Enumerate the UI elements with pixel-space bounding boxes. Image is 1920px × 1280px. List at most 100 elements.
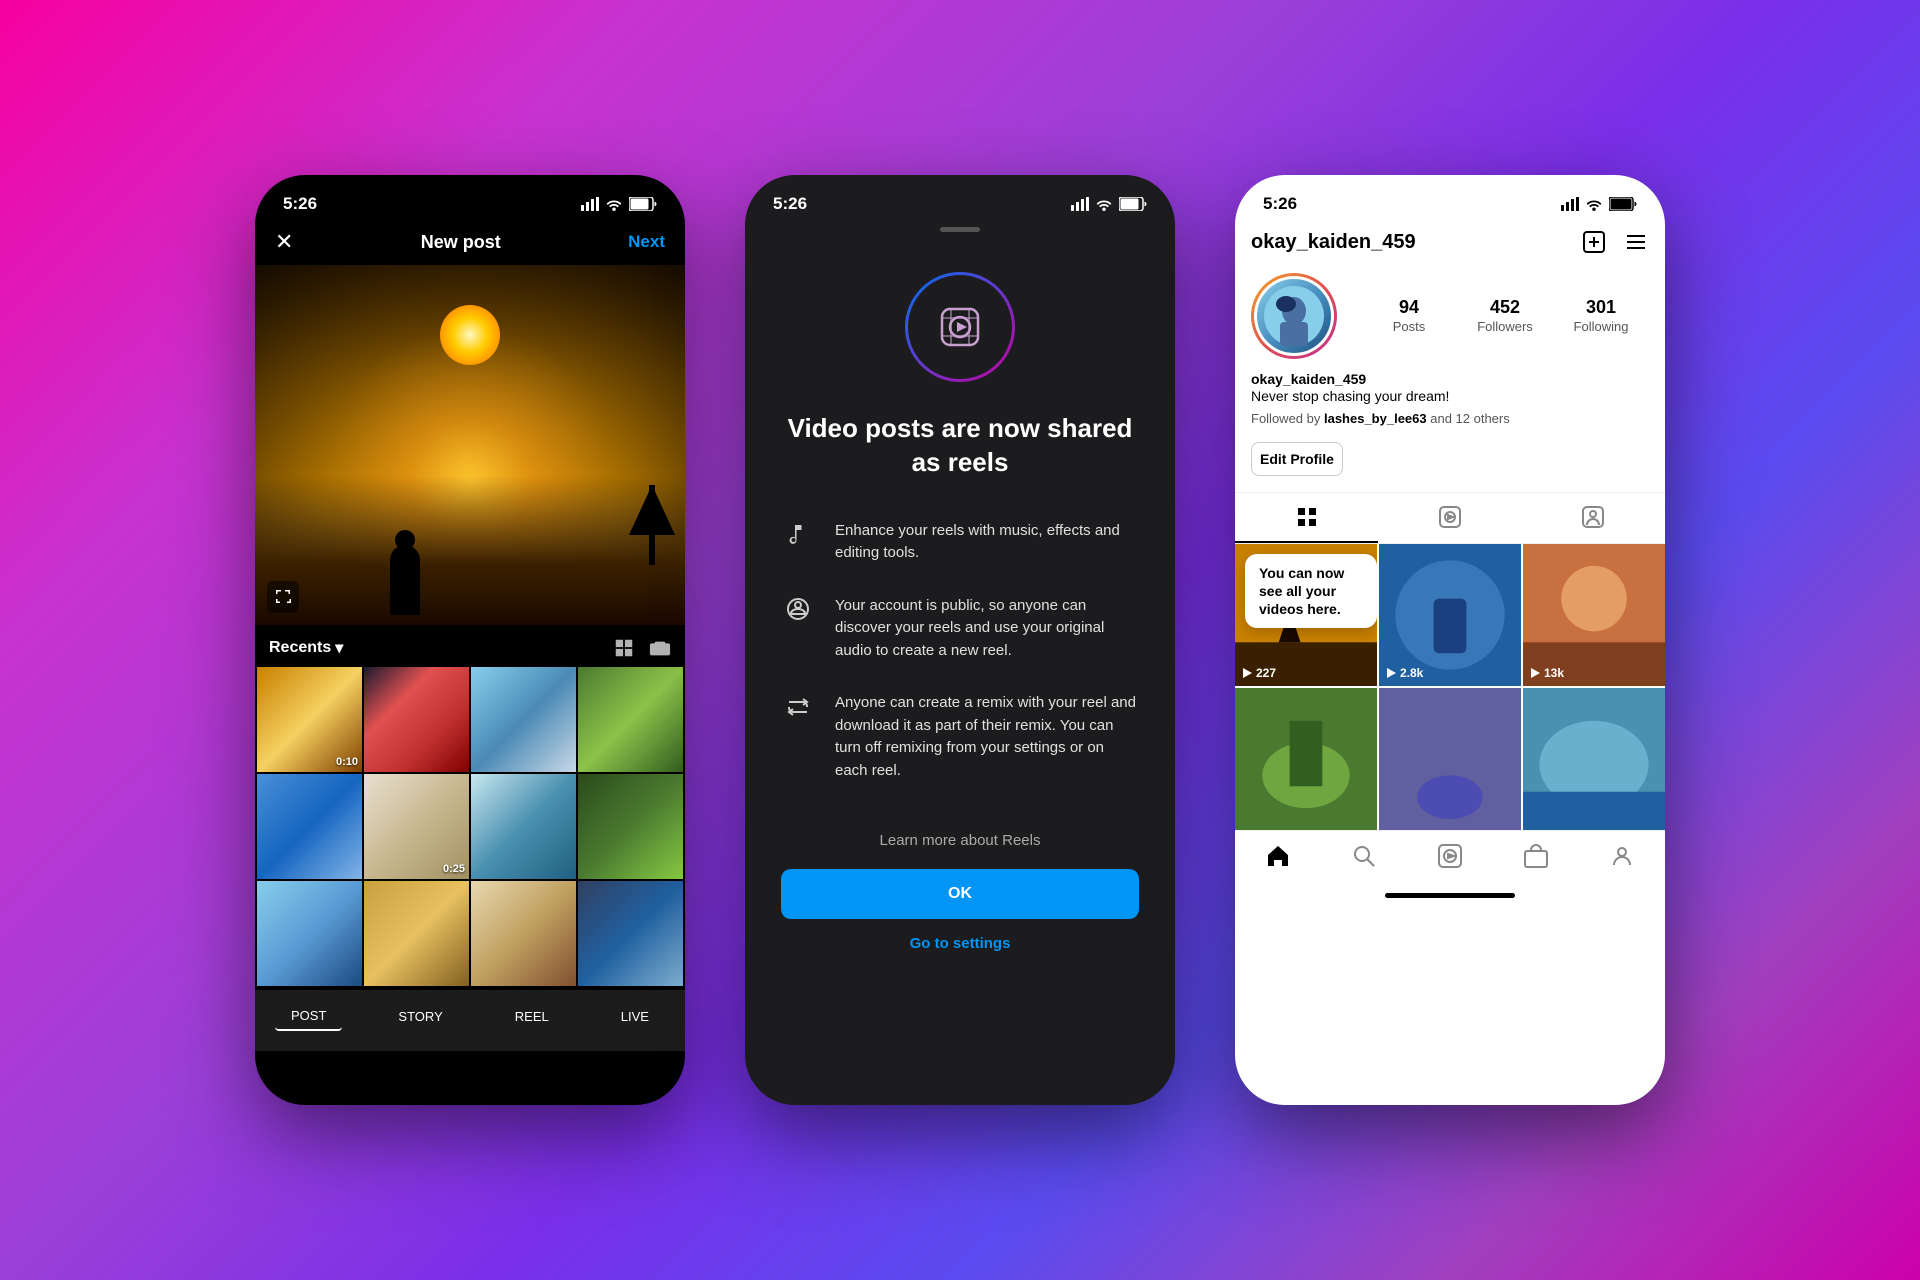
- tab-reel[interactable]: REEL: [499, 1003, 565, 1030]
- close-button[interactable]: ✕: [275, 229, 293, 255]
- status-bar-1: 5:26: [255, 175, 685, 219]
- grid-item[interactable]: [578, 881, 683, 986]
- hamburger-menu-icon[interactable]: [1623, 229, 1649, 255]
- feature-item-music: Enhance your reels with music, effects a…: [781, 520, 1139, 565]
- chevron-down-icon: ▾: [335, 638, 343, 658]
- tab-post[interactable]: POST: [275, 1002, 342, 1031]
- grid-item[interactable]: [471, 881, 576, 986]
- tab-grid[interactable]: [1235, 493, 1378, 543]
- next-button[interactable]: Next: [628, 232, 665, 252]
- battery-icon-3: [1609, 197, 1637, 211]
- grid-item[interactable]: [364, 667, 469, 772]
- search-nav-icon[interactable]: [1351, 843, 1377, 869]
- media-count-2: 2.8k: [1385, 666, 1423, 680]
- grid-item[interactable]: 0:25: [364, 774, 469, 879]
- status-time-3: 5:26: [1263, 194, 1297, 214]
- reels-nav-icon[interactable]: [1437, 843, 1463, 869]
- grid-item[interactable]: [578, 667, 683, 772]
- media-bg: [1235, 688, 1377, 830]
- camera-icon[interactable]: [649, 637, 671, 659]
- reels-icon-container: [745, 272, 1175, 382]
- avatar-svg: [1264, 286, 1324, 346]
- feature-item-public: Your account is public, so anyone can di…: [781, 595, 1139, 663]
- reels-headline: Video posts are now shared as reels: [745, 412, 1175, 480]
- signal-icon: [581, 197, 599, 211]
- grid-item[interactable]: [471, 774, 576, 879]
- shop-nav-icon[interactable]: [1523, 843, 1549, 869]
- media-image: [1235, 688, 1377, 830]
- expand-arrows-icon: [275, 589, 291, 605]
- remix-icon: [781, 692, 815, 720]
- profile-bio: okay_kaiden_459 Never stop chasing your …: [1235, 367, 1665, 434]
- tab-live[interactable]: LIVE: [605, 1003, 665, 1030]
- phone-reels-info: 5:26 Video posts are now shared as reels: [745, 175, 1175, 1105]
- media-item[interactable]: [1379, 688, 1521, 830]
- status-icons-2: [1071, 197, 1147, 211]
- bottom-nav: [1235, 830, 1665, 889]
- status-bar-2: 5:26: [745, 175, 1175, 219]
- avatar[interactable]: [1251, 273, 1337, 359]
- media-bg: [1379, 544, 1521, 686]
- main-photo: [255, 265, 685, 625]
- bio-text: Never stop chasing your dream!: [1251, 387, 1649, 407]
- play-icon: [1241, 667, 1253, 679]
- repost-icon: [785, 694, 811, 720]
- username-header: okay_kaiden_459: [1251, 231, 1416, 254]
- media-item[interactable]: [1523, 688, 1665, 830]
- media-bg: [1523, 544, 1665, 686]
- home-nav-icon[interactable]: [1265, 843, 1291, 869]
- play-icon-2: [1385, 667, 1397, 679]
- photo-grid: 0:10 0:25: [255, 667, 685, 986]
- grid-item[interactable]: [578, 774, 683, 879]
- wifi-icon-3: [1585, 197, 1603, 211]
- followed-by-name: lashes_by_lee63: [1324, 411, 1427, 426]
- horizon-graphic: [255, 475, 685, 625]
- header-icons: [1581, 229, 1649, 255]
- media-item[interactable]: [1235, 688, 1377, 830]
- stat-following[interactable]: 301 Following: [1553, 297, 1649, 336]
- grid-item[interactable]: 0:10: [257, 667, 362, 772]
- person-silhouette: [390, 545, 420, 615]
- stat-posts[interactable]: 94 Posts: [1361, 297, 1457, 336]
- recents-label[interactable]: Recents ▾: [269, 638, 343, 658]
- tooltip-bubble: You can now see all your videos here.: [1245, 554, 1377, 629]
- profile-nav-icon[interactable]: [1609, 843, 1635, 869]
- expand-icon[interactable]: [267, 581, 299, 613]
- battery-icon-2: [1119, 197, 1147, 211]
- wifi-icon-2: [1095, 197, 1113, 211]
- grid-item[interactable]: [257, 774, 362, 879]
- learn-more-link[interactable]: Learn more about Reels: [745, 832, 1175, 849]
- media-item[interactable]: 13k: [1523, 544, 1665, 686]
- stat-followers[interactable]: 452 Followers: [1457, 297, 1553, 336]
- bio-username: okay_kaiden_459: [1251, 371, 1649, 387]
- person-circle-icon: [786, 597, 810, 621]
- grid-icon[interactable]: [613, 637, 635, 659]
- grid-item[interactable]: [364, 881, 469, 986]
- signal-icon-2: [1071, 197, 1089, 211]
- tab-reels[interactable]: [1378, 493, 1521, 543]
- sun-graphic: [440, 305, 500, 365]
- reels-tab-icon: [1438, 505, 1462, 529]
- media-image: [1523, 688, 1665, 830]
- tab-tagged[interactable]: [1522, 493, 1665, 543]
- status-bar-3: 5:26: [1235, 175, 1665, 219]
- grid-item[interactable]: [471, 667, 576, 772]
- media-count-3: 13k: [1529, 666, 1564, 680]
- media-item[interactable]: You can now see all your videos here. 22…: [1235, 544, 1377, 686]
- following-count: 301: [1553, 297, 1649, 318]
- recents-icons: [613, 637, 671, 659]
- edit-profile-button[interactable]: Edit Profile: [1251, 442, 1343, 476]
- media-grid: You can now see all your videos here. 22…: [1235, 544, 1665, 830]
- feature-text-music: Enhance your reels with music, effects a…: [835, 520, 1139, 565]
- grid-item[interactable]: [257, 881, 362, 986]
- tab-story[interactable]: STORY: [382, 1003, 458, 1030]
- status-time-1: 5:26: [283, 194, 317, 214]
- go-settings-link[interactable]: Go to settings: [745, 935, 1175, 952]
- add-post-icon[interactable]: [1581, 229, 1607, 255]
- drag-handle: [745, 227, 1175, 232]
- status-icons-1: [581, 197, 657, 211]
- media-item[interactable]: 2.8k: [1379, 544, 1521, 686]
- ok-button[interactable]: OK: [781, 869, 1139, 919]
- avatar-image: [1254, 276, 1334, 356]
- profile-header: okay_kaiden_459: [1235, 219, 1665, 265]
